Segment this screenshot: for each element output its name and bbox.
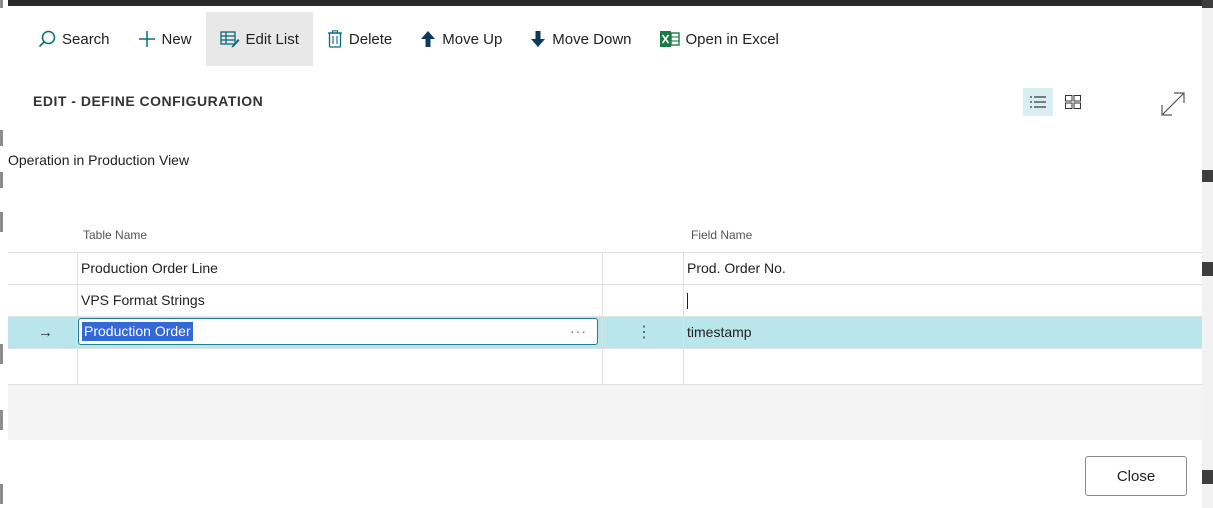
open-in-excel-label: Open in Excel [685, 30, 779, 48]
action-bar: Search New Edit List Delete Move Up Move… [8, 12, 1202, 66]
delete-label: Delete [348, 30, 393, 48]
search-button[interactable]: Search [8, 12, 124, 66]
trash-icon [327, 30, 342, 48]
search-label: Search [62, 30, 110, 48]
move-up-button[interactable]: Move Up [406, 12, 516, 66]
expand-icon [1161, 92, 1185, 116]
move-up-label: Move Up [442, 30, 503, 48]
table-row[interactable]: VPS Format Strings [8, 284, 1202, 316]
column-header-field-name[interactable]: Field Name [691, 228, 752, 242]
new-button[interactable]: New [124, 12, 206, 66]
selected-text: Production Order [82, 322, 193, 341]
background-window-edge [1202, 0, 1213, 508]
table-row-selected[interactable]: → Production Order ··· ⋮ timestamp [8, 316, 1202, 348]
field-name-cell[interactable]: timestamp [687, 317, 752, 348]
page-title: EDIT - DEFINE CONFIGURATION [33, 93, 264, 109]
move-down-label: Move Down [552, 30, 632, 48]
expand-button[interactable] [1155, 86, 1191, 122]
column-divider [683, 252, 684, 384]
table-name-cell[interactable]: Production Order Line [81, 253, 218, 284]
excel-icon [659, 31, 680, 47]
table-name-input[interactable]: Production Order ··· [78, 318, 598, 345]
table-row[interactable] [8, 348, 1202, 380]
current-row-arrow-icon: → [38, 324, 53, 341]
row-actions-icon[interactable]: ⋮ [636, 317, 652, 348]
edit-list-label: Edit List [245, 30, 299, 48]
lookup-button[interactable]: ··· [570, 319, 587, 343]
table-name-cell[interactable]: VPS Format Strings [81, 285, 205, 316]
delete-button[interactable]: Delete [313, 12, 406, 66]
field-name-cell[interactable] [687, 285, 688, 316]
configuration-grid: Table Name Field Name Production Order L… [8, 216, 1202, 384]
search-icon [38, 30, 56, 48]
background-window-edge [0, 0, 8, 508]
grid-header: Table Name Field Name [8, 216, 1202, 252]
field-name-cell[interactable]: Prod. Order No. [687, 253, 786, 284]
tile-view-icon [1065, 95, 1081, 109]
grid-empty-area [8, 384, 1202, 440]
edit-list-button[interactable]: Edit List [205, 12, 313, 66]
move-down-button[interactable]: Move Down [516, 12, 645, 66]
new-label: New [161, 30, 192, 48]
column-divider [77, 252, 78, 384]
open-in-excel-button[interactable]: Open in Excel [646, 12, 793, 66]
close-button[interactable]: Close [1085, 456, 1187, 496]
arrow-up-icon [421, 31, 436, 47]
column-divider [602, 252, 603, 384]
edit-list-icon [219, 31, 240, 48]
column-header-table-name[interactable]: Table Name [83, 228, 147, 242]
edit-dialog: Search New Edit List Delete Move Up Move… [8, 0, 1202, 508]
section-title: Operation in Production View [8, 152, 190, 168]
list-view-icon [1030, 96, 1046, 108]
list-view-toggle[interactable] [1023, 88, 1053, 116]
text-cursor [687, 293, 688, 310]
plus-icon [138, 31, 155, 47]
table-row[interactable]: Production Order Line Prod. Order No. [8, 252, 1202, 284]
tile-view-toggle[interactable] [1058, 88, 1088, 116]
arrow-down-icon [531, 31, 546, 47]
